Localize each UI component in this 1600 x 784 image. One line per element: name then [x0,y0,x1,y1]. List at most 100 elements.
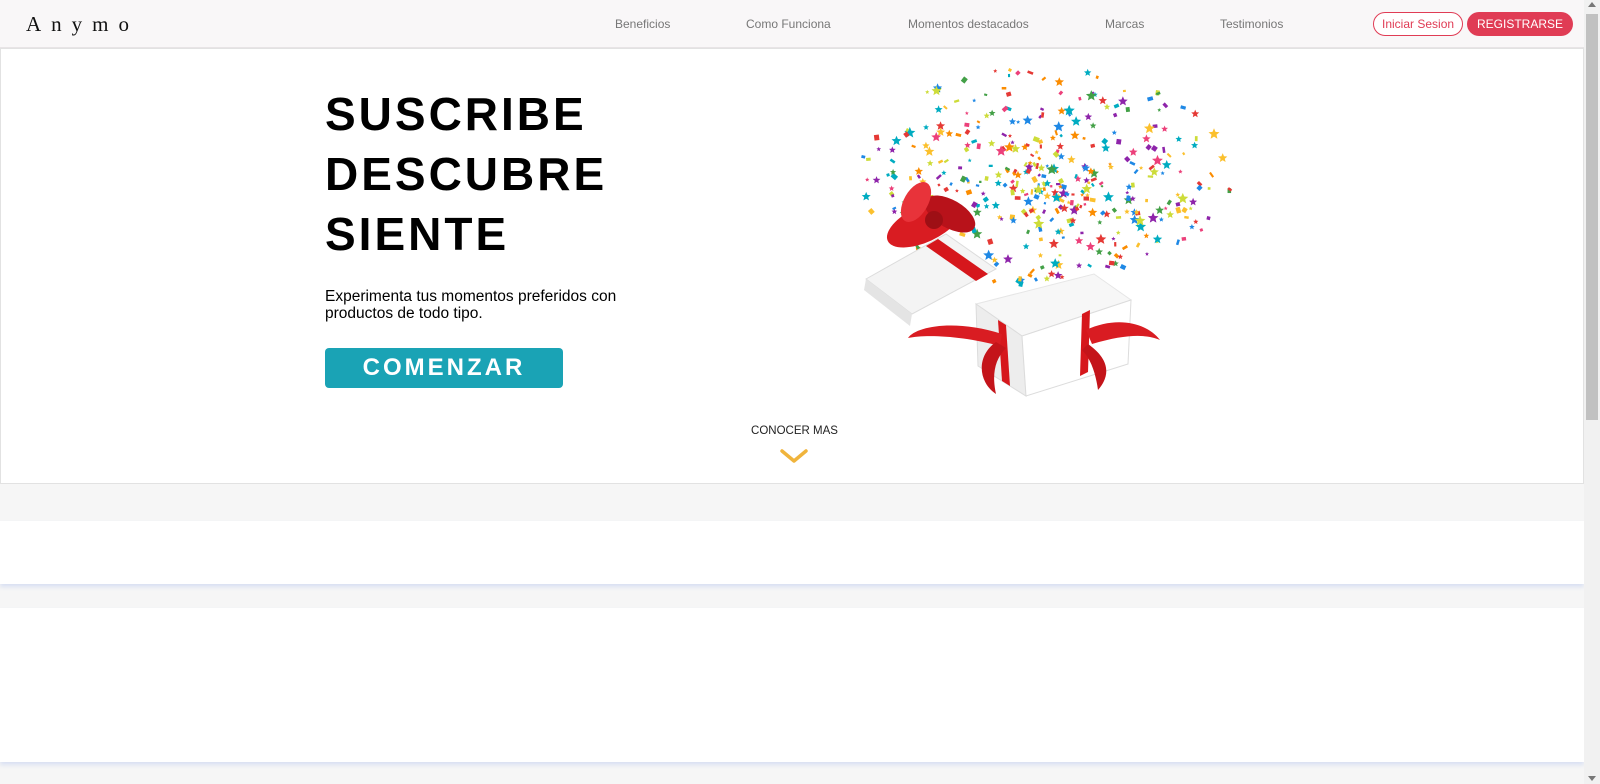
scroll-down-icon[interactable] [1588,776,1596,781]
nav-link-momentos-destacados[interactable]: Momentos destacados [908,17,1029,31]
confetti-piece [1111,129,1117,135]
confetti-piece [1039,265,1045,270]
confetti-piece [1010,179,1015,184]
start-button[interactable]: COMENZAR [325,348,563,388]
confetti-piece [1071,116,1082,126]
confetti-piece [1097,219,1103,225]
confetti-piece [1162,102,1169,109]
nav-link-beneficios[interactable]: Beneficios [615,17,670,31]
confetti-piece [1180,105,1187,110]
confetti-piece [1118,96,1128,106]
confetti-piece [1191,109,1200,118]
confetti-piece [1002,182,1008,188]
confetti-piece [1084,68,1092,76]
confetti-piece [976,143,981,150]
confetti-piece [943,105,948,110]
confetti-piece [922,141,930,149]
confetti-piece [861,155,866,159]
confetti-piece [984,175,989,181]
confetti-piece [995,145,1007,156]
confetti-piece [1037,173,1042,177]
scroll-up-icon[interactable] [1588,2,1596,7]
confetti-piece [1101,137,1109,145]
confetti-piece [1188,206,1193,211]
confetti-piece [983,203,990,209]
nav-link-marcas[interactable]: Marcas [1105,17,1144,31]
gift-box-confetti-icon [861,68,1233,397]
confetti-piece [1023,196,1034,206]
confetti-piece [1085,241,1096,251]
register-button[interactable]: REGISTRARSE [1467,12,1574,36]
confetti-piece [1027,70,1034,75]
confetti-piece [1208,128,1220,139]
confetti-piece [1175,239,1180,246]
confetti-piece [1037,252,1044,258]
confetti-piece [1095,247,1103,256]
confetti-piece [926,159,934,167]
brand-logo[interactable]: Anymo [26,12,139,37]
confetti-piece [1184,215,1189,219]
top-navbar: Anymo Beneficios Como Funciona Momentos … [0,0,1584,48]
confetti-piece [1001,132,1008,138]
hero-section: SUSCRIBE DESCUBRE SIENTE Experimenta tus… [0,48,1584,484]
confetti-piece [888,185,895,191]
confetti-piece [1015,70,1021,76]
confetti-piece [1125,190,1130,195]
confetti-piece [1166,210,1175,218]
confetti-piece [988,109,996,116]
confetti-piece [1042,209,1047,215]
confetti-piece [1125,106,1131,113]
confetti-piece [1078,96,1082,101]
confetti-piece [1041,76,1047,81]
confetti-piece [975,124,981,130]
confetti-piece [971,139,978,144]
confetti-piece [1145,251,1149,256]
learn-more-link[interactable]: CONOCER MAS [743,425,846,437]
confetti-piece [1079,204,1083,209]
confetti-piece [1023,192,1029,197]
confetti-piece [1196,184,1203,192]
scrollbar-thumb[interactable] [1586,14,1598,420]
confetti-piece [909,176,913,181]
confetti-piece [1033,277,1039,282]
confetti-piece [1145,198,1149,203]
confetti-piece [1098,96,1107,105]
confetti-piece [1143,232,1150,239]
confetti-piece [1057,106,1066,115]
confetti-piece [1019,188,1026,194]
content-band-1 [0,521,1584,584]
confetti-piece [991,278,997,284]
confetti-piece [934,105,943,113]
confetti-piece [972,207,982,217]
confetti-piece [1207,187,1211,190]
confetti-piece [1090,177,1097,182]
confetti-piece [991,201,1000,209]
confetti-piece [960,76,968,84]
confetti-piece [1029,153,1035,158]
confetti-piece [1016,120,1021,124]
confetti-piece [958,166,963,170]
confetti-piece [1147,212,1159,223]
vertical-scrollbar[interactable] [1584,0,1600,784]
nav-link-como-funciona[interactable]: Como Funciona [746,17,831,31]
confetti-piece [1115,215,1122,219]
chevron-down-icon[interactable] [780,449,808,463]
confetti-piece [1121,245,1129,251]
confetti-piece [1042,187,1046,192]
confetti-piece [1049,217,1055,223]
confetti-piece [987,238,994,245]
confetti-piece [1100,210,1106,216]
confetti-piece [1178,169,1183,174]
nav-link-testimonios[interactable]: Testimonios [1220,17,1283,31]
login-button[interactable]: Iniciar Sesion [1373,12,1464,36]
confetti-piece [979,180,982,184]
confetti-piece [1119,263,1127,271]
confetti-piece [911,144,916,149]
confetti-piece [1039,144,1042,149]
confetti-piece [1112,112,1118,118]
confetti-piece [1084,112,1093,121]
confetti-piece [1008,117,1016,125]
confetti-piece [1147,175,1154,178]
confetti-piece [1003,254,1013,264]
confetti-piece [964,129,971,136]
